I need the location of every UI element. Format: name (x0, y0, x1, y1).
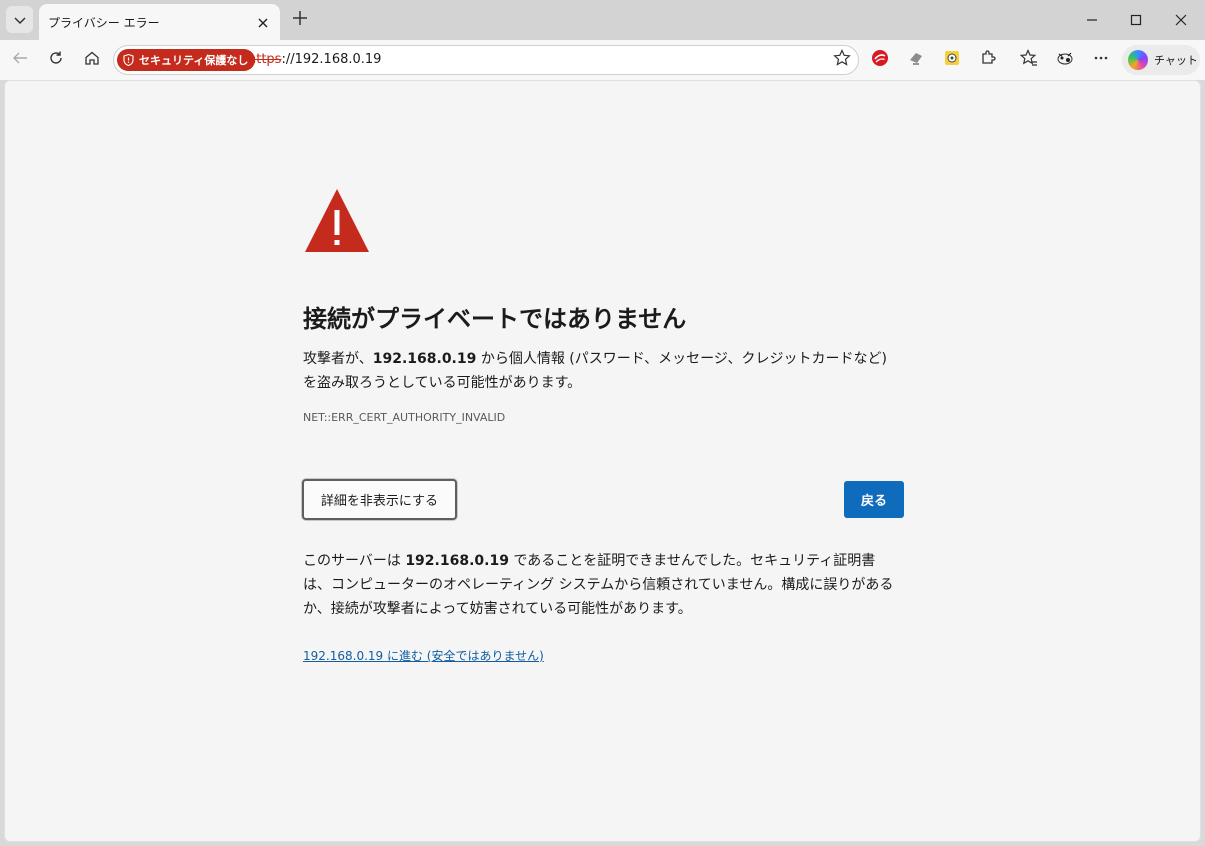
favorites-star-icon (1019, 49, 1038, 71)
error-code: NET::ERR_CERT_AUTHORITY_INVALID (303, 411, 506, 424)
tab-active[interactable]: プライバシー エラー (39, 4, 280, 40)
more-horizontal-icon (1093, 50, 1109, 70)
shield-warning-icon (123, 54, 134, 66)
security-chip-label: セキュリティ保護なし (139, 54, 249, 67)
extension-trend-micro-button[interactable] (868, 48, 892, 72)
explain-host: 192.168.0.19 (405, 553, 509, 569)
details-explanation: このサーバーは 192.168.0.19 であることを証明できませんでした。セキ… (303, 549, 903, 621)
proceed-unsafe-link[interactable]: 192.168.0.19 に進む (安全ではありません) (303, 647, 544, 664)
maximize-icon (1130, 11, 1142, 30)
chevron-down-icon (13, 10, 26, 29)
refresh-icon (48, 50, 64, 70)
settings-more-button[interactable] (1089, 48, 1113, 72)
tab-title: プライバシー エラー (48, 16, 160, 30)
extension-2-button[interactable] (904, 48, 928, 72)
extension-puzzle-gray-icon (907, 49, 925, 71)
minimize-icon (1086, 11, 1098, 30)
star-icon (833, 49, 851, 71)
puzzle-icon (979, 49, 997, 71)
tab-close-button[interactable] (254, 13, 272, 31)
maximize-button[interactable] (1121, 6, 1151, 34)
animal-avatar-icon (1055, 48, 1075, 72)
minimize-button[interactable] (1077, 6, 1107, 34)
copilot-chat-button[interactable]: チャット (1122, 45, 1200, 75)
extensions-button[interactable] (976, 48, 1000, 72)
refresh-button[interactable] (44, 48, 68, 72)
desc-host: 192.168.0.19 (372, 351, 477, 367)
warning-triangle-icon (303, 186, 371, 258)
back-nav-button[interactable] (8, 48, 32, 72)
close-window-button[interactable] (1166, 6, 1196, 34)
address-bar[interactable]: セキュリティ保護なし https://192.168.0.19 (113, 45, 859, 75)
desc-prefix: 攻撃者が、 (303, 351, 373, 367)
close-icon (258, 13, 268, 32)
tab-actions-menu-button[interactable] (6, 6, 33, 33)
url-host: ://192.168.0.19 (281, 52, 382, 67)
browser-toolbar: セキュリティ保護なし https://192.168.0.19 チャット (0, 40, 1205, 80)
profile-extension-button[interactable] (1053, 48, 1077, 72)
favorites-button[interactable] (1017, 48, 1041, 72)
plus-icon (292, 10, 308, 30)
trend-micro-icon (871, 49, 889, 71)
back-button[interactable]: 戻る (844, 481, 904, 518)
explain-prefix: このサーバーは (303, 553, 406, 569)
add-favorite-button[interactable] (832, 49, 852, 71)
new-tab-button[interactable] (288, 8, 312, 32)
home-icon (84, 50, 100, 70)
url-text: https://192.168.0.19 (248, 52, 381, 67)
extension-yellow-icon (943, 49, 961, 71)
copilot-icon (1128, 50, 1148, 70)
arrow-left-icon (12, 50, 28, 70)
home-button[interactable] (80, 48, 104, 72)
tab-strip: プライバシー エラー (0, 0, 1205, 40)
extension-3-button[interactable] (940, 48, 964, 72)
error-heading: 接続がプライベートではありません (303, 305, 687, 333)
url-scheme: https (248, 52, 282, 67)
chat-label: チャット (1154, 54, 1198, 67)
hide-details-button[interactable]: 詳細を非表示にする (302, 479, 457, 520)
security-chip[interactable]: セキュリティ保護なし (117, 49, 256, 71)
error-description: 攻撃者が、192.168.0.19 から個人情報 (パスワード、メッセージ、クレ… (303, 347, 903, 395)
page-content: 接続がプライベートではありません 攻撃者が、192.168.0.19 から個人情… (4, 80, 1201, 842)
close-icon (1175, 11, 1187, 30)
